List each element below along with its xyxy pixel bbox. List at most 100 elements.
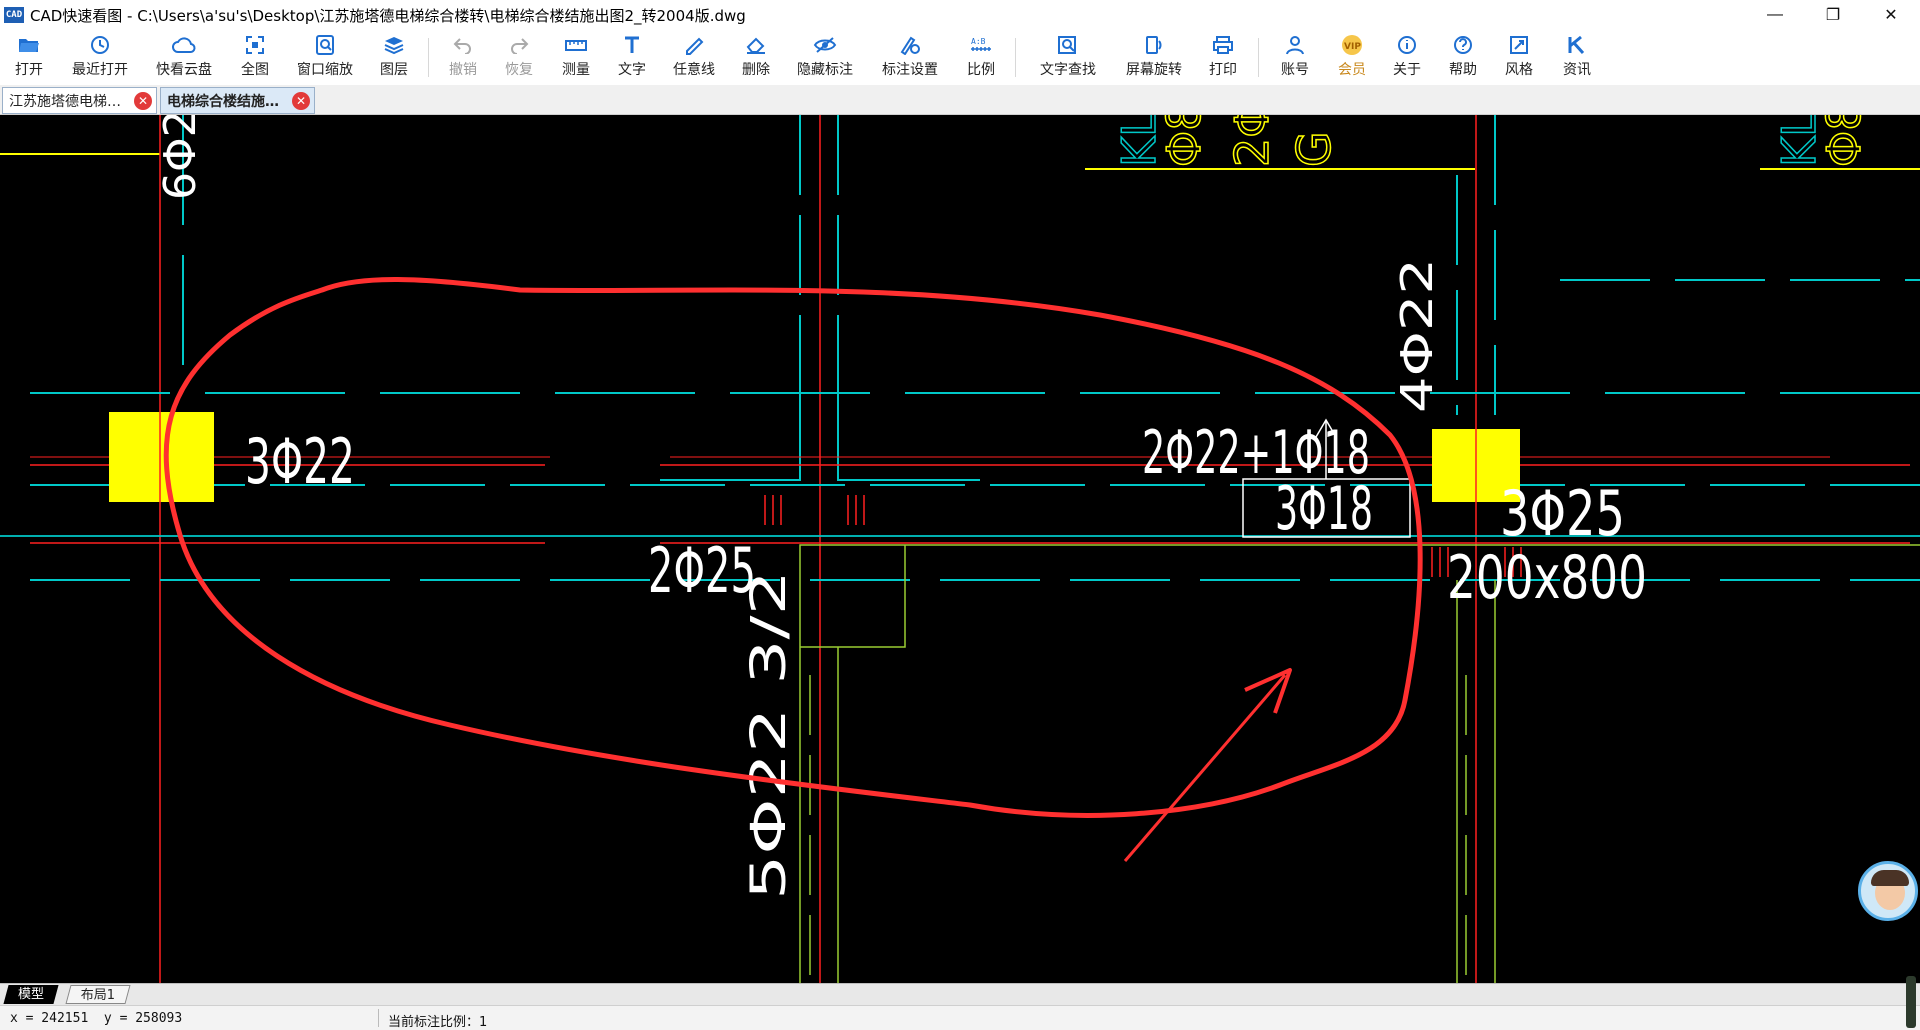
cad-drawing: 6Φ20 4/2 3Φ22 2Φ22+1Φ18 2Φ25 3Φ18 3Φ25 2… (0, 115, 1920, 983)
close-button[interactable]: ✕ (1862, 0, 1920, 30)
beam-bottom-right-text: 3Φ25 (1500, 477, 1625, 550)
eraser-icon (744, 34, 768, 56)
toolbar-button-scale-ab[interactable]: A:B 比例 (953, 30, 1009, 85)
toolbar-button-undo[interactable]: 撤销 (435, 30, 491, 85)
toolbar-button-help[interactable]: 帮助 (1435, 30, 1491, 85)
app-logo-icon: CAD (4, 7, 24, 23)
toolbar-button-label: 资讯 (1563, 62, 1591, 78)
top-label-mid3: G (1287, 131, 1341, 167)
top-label-mid1: Φ8 (1157, 115, 1211, 167)
annotation-arrow (1123, 674, 1287, 862)
col-left-rebar-text: 6Φ20 4/2 (155, 115, 206, 200)
toolbar-button-label: 删除 (742, 62, 770, 78)
annotation-scale-status: 当前标注比例：1 (388, 1015, 488, 1030)
assistant-avatar[interactable] (1858, 861, 1918, 921)
toolbar-button-vip[interactable]: VIP 会员 (1325, 30, 1379, 85)
toolbar-button-folder-open[interactable]: 打开 (0, 30, 58, 85)
text-icon (620, 34, 644, 56)
column-block-left (109, 412, 214, 502)
doc-tab-2[interactable]: 电梯综合楼结施… ✕ (160, 87, 315, 114)
toolbar-button-user[interactable]: 账号 (1265, 30, 1325, 85)
layout-tab-bar: 模型 布局1 (0, 983, 1920, 1005)
side-grip-handle[interactable] (1906, 976, 1916, 1028)
printer-icon (1211, 34, 1235, 56)
toolbar-separator (1258, 38, 1259, 77)
cursor-coordinates: x = 242151 y = 258093 (10, 1011, 183, 1026)
toolbar-button-recent-clock[interactable]: 最近打开 (58, 30, 142, 85)
toolbar-button-eye-hide[interactable]: 隐藏标注 (783, 30, 867, 85)
text-search-icon (1056, 34, 1080, 56)
toolbar-button-label: 任意线 (673, 62, 715, 78)
beam-top-left-text: 3Φ22 (245, 425, 355, 498)
toolbar-button-news-k[interactable]: 资讯 (1547, 30, 1607, 85)
toolbar-button-label: 账号 (1281, 62, 1309, 78)
toolbar-button-label: 比例 (967, 62, 995, 78)
zoom-window-icon (313, 34, 337, 56)
folder-open-icon (17, 34, 41, 56)
news-k-icon (1565, 34, 1589, 56)
toolbar-button-pen-line[interactable]: 任意线 (659, 30, 729, 85)
toolbar-button-label: 图层 (380, 62, 408, 78)
toolbar-button-screen-rotate[interactable]: 屏幕旋转 (1114, 30, 1194, 85)
toolbar-button-label: 测量 (562, 62, 590, 78)
toolbar-button-label: 全图 (241, 62, 269, 78)
toolbar-button-info[interactable]: 关于 (1379, 30, 1435, 85)
help-icon (1451, 34, 1475, 56)
toolbar-button-label: 文字 (618, 62, 646, 78)
cad-line (660, 355, 801, 481)
toolbar-button-layers[interactable]: 图层 (366, 30, 422, 85)
tab-close-icon[interactable]: ✕ (292, 92, 310, 110)
layout-tab-layout1[interactable]: 布局1 (65, 985, 131, 1004)
doc-tab-1[interactable]: 江苏施塔德电梯… ✕ (2, 87, 157, 114)
toolbar-button-annotation-settings[interactable]: 标注设置 (867, 30, 953, 85)
tab-close-icon[interactable]: ✕ (134, 92, 152, 110)
title-bar: CAD CAD快速看图 - C:\Users\a'su's\Desktop\江苏… (0, 0, 1920, 30)
toolbar-button-cloud[interactable]: 快看云盘 (142, 30, 226, 85)
toolbar-button-printer[interactable]: 打印 (1194, 30, 1252, 85)
layout-tab-label: 模型 (18, 987, 45, 1002)
main-toolbar: 打开 最近打开 快看云盘 全图 窗口缩放 图层 撤销 恢复 测量 文字 任意线 删除 隐藏标注 标注设置 A… (0, 30, 1920, 85)
toolbar-separator (428, 38, 429, 77)
cloud-icon (172, 34, 196, 56)
toolbar-button-label: 打开 (15, 62, 43, 78)
lower-rebar-text: 5Φ22 3/2 (741, 570, 797, 900)
toolbar-button-label: 屏幕旋转 (1126, 62, 1182, 78)
avatar-hair-icon (1871, 870, 1909, 886)
maximize-button[interactable]: ❐ (1804, 0, 1862, 30)
toolbar-button-label: 窗口缩放 (297, 62, 353, 78)
toolbar-button-measure[interactable]: 测量 (547, 30, 605, 85)
toolbar-button-text[interactable]: 文字 (605, 30, 659, 85)
info-icon (1395, 34, 1419, 56)
pen-line-icon (682, 34, 706, 56)
doc-tab-label: 电梯综合楼结施… (167, 93, 279, 110)
toolbar-button-label: 隐藏标注 (797, 62, 853, 78)
green-structure (799, 544, 1920, 983)
toolbar-button-zoom-window[interactable]: 窗口缩放 (284, 30, 366, 85)
toolbar-button-fit-all[interactable]: 全图 (226, 30, 284, 85)
fit-all-icon (243, 34, 267, 56)
toolbar-button-label: 会员 (1338, 62, 1366, 78)
toolbar-button-redo[interactable]: 恢复 (491, 30, 547, 85)
eye-hide-icon (813, 34, 837, 56)
annotation-settings-icon (898, 34, 922, 56)
toolbar-button-style[interactable]: 风格 (1491, 30, 1547, 85)
drawing-canvas[interactable]: 6Φ20 4/2 3Φ22 2Φ22+1Φ18 2Φ25 3Φ18 3Φ25 2… (0, 115, 1920, 983)
toolbar-button-eraser[interactable]: 删除 (729, 30, 783, 85)
top-label-mid2: 2Φ (1225, 115, 1279, 167)
layers-icon (382, 34, 406, 56)
window-title: CAD快速看图 - C:\Users\a'su's\Desktop\江苏施塔德电… (30, 6, 746, 25)
toolbar-button-label: 风格 (1505, 62, 1533, 78)
style-icon (1507, 34, 1531, 56)
window-controls: — ❐ ✕ (1746, 0, 1920, 30)
beam-section-text: 200x800 (1447, 543, 1647, 613)
layout-tab-model[interactable]: 模型 (3, 985, 59, 1004)
status-bar: x = 242151 y = 258093 当前标注比例：1 (0, 976, 1920, 1030)
toolbar-button-label: 打印 (1209, 62, 1237, 78)
toolbar-button-label: 帮助 (1449, 62, 1477, 78)
toolbar-button-text-search[interactable]: 文字查找 (1022, 30, 1114, 85)
undo-icon (451, 34, 475, 56)
svg-text:VIP: VIP (1344, 42, 1361, 52)
minimize-button[interactable]: — (1746, 0, 1804, 30)
toolbar-button-label: 快看云盘 (156, 62, 212, 78)
recent-clock-icon (88, 34, 112, 56)
